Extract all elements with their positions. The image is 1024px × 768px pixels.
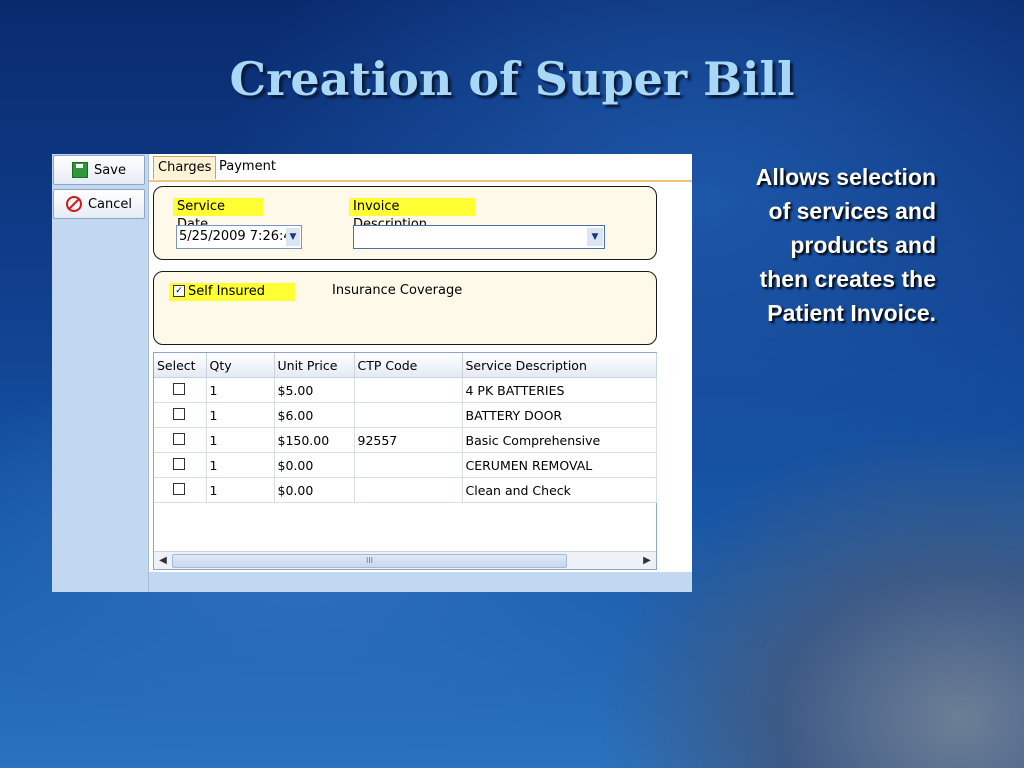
service-description-cell[interactable]: CERUMEN REMOVAL	[462, 452, 657, 478]
row-select-checkbox[interactable]	[173, 432, 186, 445]
table-row[interactable]: 1 $5.00 4 PK BATTERIES	[154, 377, 657, 403]
qty-cell[interactable]: 1	[206, 452, 275, 478]
ctp-code-cell[interactable]	[354, 402, 463, 428]
service-description-cell[interactable]: 4 PK BATTERIES	[462, 377, 657, 403]
save-button[interactable]: Save	[53, 155, 145, 185]
charges-grid: Select Qty Unit Price CTP Code Service D…	[153, 352, 657, 570]
slide-title: Creation of Super Bill	[229, 52, 795, 106]
column-header-ctp-code[interactable]: CTP Code	[354, 353, 463, 378]
row-select-checkbox[interactable]	[173, 407, 186, 420]
super-bill-window: Save Cancel Charges Payment Service Date…	[52, 154, 692, 592]
service-date-value: 5/25/2009 7:26:4	[179, 229, 292, 244]
cancel-button[interactable]: Cancel	[53, 189, 145, 219]
qty-cell[interactable]: 1	[206, 427, 275, 453]
qty-cell[interactable]: 1	[206, 377, 275, 403]
toolbar: Save Cancel	[52, 154, 149, 592]
unit-price-cell[interactable]: $5.00	[274, 377, 355, 403]
ctp-code-cell[interactable]: 92557	[354, 427, 463, 453]
service-date-label: Service Date	[173, 198, 263, 232]
service-date-picker[interactable]: 5/25/2009 7:26:4 ▼	[176, 225, 302, 249]
status-area	[149, 572, 692, 592]
checkmark-icon[interactable]: ✓	[173, 284, 185, 297]
row-select-checkbox[interactable]	[173, 482, 186, 495]
ctp-code-cell[interactable]	[354, 452, 463, 478]
unit-price-cell[interactable]: $6.00	[274, 402, 355, 428]
unit-price-cell[interactable]: $0.00	[274, 452, 355, 478]
qty-cell[interactable]: 1	[206, 402, 275, 428]
save-icon	[72, 162, 89, 178]
qty-cell[interactable]: 1	[206, 477, 275, 503]
row-select-checkbox[interactable]	[173, 457, 186, 470]
ctp-code-cell[interactable]	[354, 377, 463, 403]
insurance-panel: ✓ Self Insured Insurance Coverage	[153, 271, 657, 345]
scroll-right-icon[interactable]: ▶	[639, 553, 655, 568]
tab-bar: Charges Payment	[149, 154, 692, 182]
service-description-cell[interactable]: Clean and Check	[462, 477, 657, 503]
scroll-left-icon[interactable]: ◀	[155, 553, 171, 568]
ctp-code-cell[interactable]	[354, 477, 463, 503]
unit-price-cell[interactable]: $150.00	[274, 427, 355, 453]
chevron-down-icon[interactable]: ▼	[286, 228, 300, 246]
unit-price-cell[interactable]: $0.00	[274, 477, 355, 503]
invoice-info-panel: Service Date Invoice Description 5/25/20…	[153, 186, 657, 260]
cancel-label: Cancel	[87, 196, 133, 212]
invoice-description-dropdown[interactable]: ▼	[353, 225, 605, 249]
column-header-qty[interactable]: Qty	[206, 353, 275, 378]
invoice-description-label: Invoice Description	[349, 198, 475, 232]
table-row[interactable]: 1 $0.00 Clean and Check	[154, 477, 657, 503]
service-description-cell[interactable]: Basic Comprehensive	[462, 427, 657, 453]
slide-description: Allows selection of services and product…	[755, 164, 936, 326]
tab-charges[interactable]: Charges	[153, 156, 217, 179]
self-insured-checkbox[interactable]: ✓ Self Insured	[169, 283, 295, 301]
horizontal-scrollbar[interactable]: ◀ III ▶	[154, 551, 656, 569]
chevron-down-icon[interactable]: ▼	[587, 228, 603, 246]
column-header-select[interactable]: Select	[154, 353, 207, 378]
cancel-icon	[65, 196, 82, 212]
grid-header-row: Select Qty Unit Price CTP Code Service D…	[154, 353, 657, 378]
main-content: Charges Payment Service Date Invoice Des…	[149, 154, 692, 592]
save-label: Save	[94, 162, 126, 178]
service-description-cell[interactable]: BATTERY DOOR	[462, 402, 657, 428]
row-select-checkbox[interactable]	[173, 382, 186, 395]
insurance-coverage-label: Insurance Coverage	[332, 283, 463, 298]
self-insured-label: Self Insured	[188, 284, 265, 299]
column-header-service-description[interactable]: Service Description	[462, 353, 657, 378]
scroll-thumb[interactable]: III	[172, 554, 567, 568]
table-row[interactable]: 1 $0.00 CERUMEN REMOVAL	[154, 452, 657, 478]
table-row[interactable]: 1 $150.00 92557 Basic Comprehensive	[154, 427, 657, 453]
tab-payment[interactable]: Payment	[215, 156, 280, 178]
table-row[interactable]: 1 $6.00 BATTERY DOOR	[154, 402, 657, 428]
column-header-unit-price[interactable]: Unit Price	[274, 353, 355, 378]
